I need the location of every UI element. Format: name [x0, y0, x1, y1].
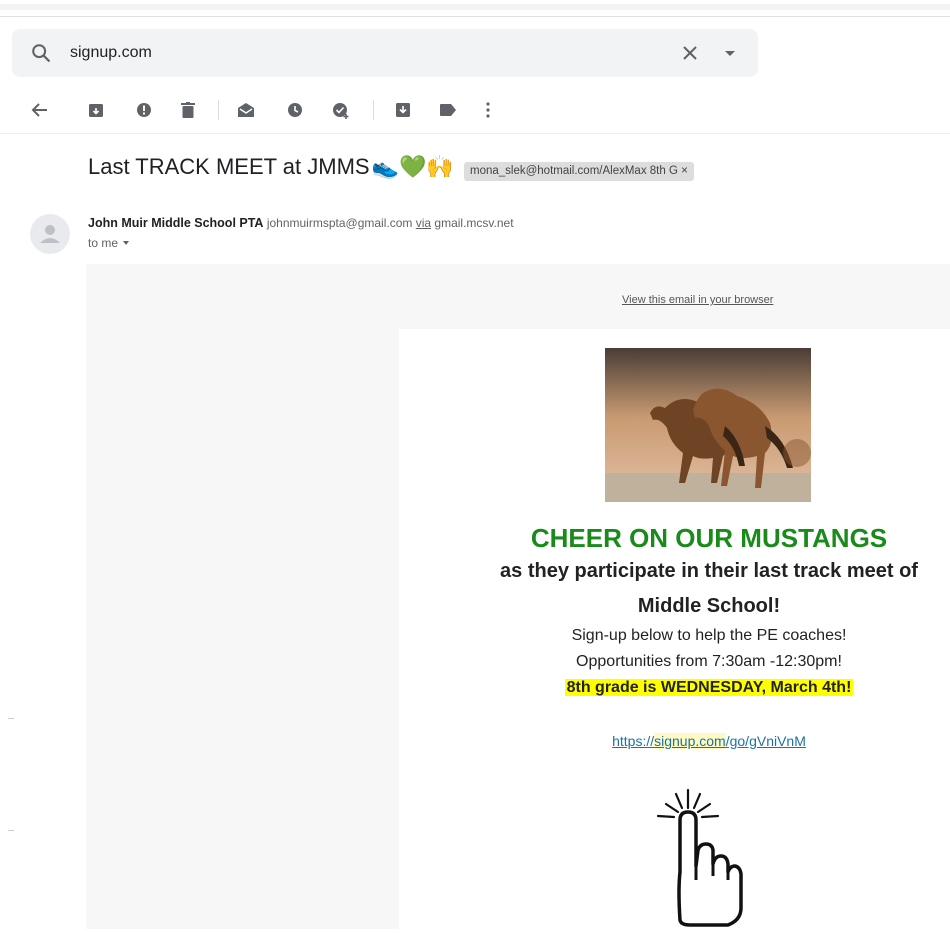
report-spam-icon[interactable] — [133, 99, 155, 121]
toolbar-divider — [218, 100, 219, 120]
top-bar-strip — [0, 4, 950, 10]
pointing-hand-icon — [650, 780, 760, 929]
sender-email: johnmuirmspta@gmail.com — [266, 216, 413, 230]
signup-link[interactable]: https://signup.com/go/gVniVnM — [612, 733, 806, 749]
signup-link-prefix: https:// — [612, 733, 655, 749]
close-icon[interactable] — [680, 43, 700, 63]
scroll-marker — [8, 830, 14, 831]
via-link[interactable]: via — [416, 216, 431, 230]
mark-unread-icon[interactable] — [235, 99, 257, 121]
delete-icon[interactable] — [177, 99, 199, 121]
body-line-2: as they participate in their last track … — [500, 560, 918, 582]
highlight-text: 8th grade is WEDNESDAY, March 4th! — [564, 679, 854, 696]
scroll-marker — [8, 718, 14, 719]
horses-image — [605, 348, 811, 502]
archive-icon[interactable] — [85, 99, 107, 121]
headline: CHEER ON OUR MUSTANGS — [530, 523, 888, 553]
body-line-3: Middle School! — [637, 595, 781, 617]
body-line-4: Sign-up below to help the PE coaches! — [571, 627, 847, 644]
top-divider — [0, 16, 950, 17]
highlight-line: 8th grade is WEDNESDAY, March 4th! — [399, 679, 950, 697]
signup-link-suffix: /go/gVniVnM — [725, 733, 806, 749]
add-task-icon[interactable] — [330, 99, 352, 121]
recipient-text: to me — [88, 236, 119, 250]
search-input[interactable]: signup.com — [70, 44, 152, 62]
toolbar-divider — [373, 100, 374, 120]
email-subject-row: Last TRACK MEET at JMMS 👟💚🙌 — [88, 154, 454, 180]
more-icon[interactable] — [477, 99, 499, 121]
chevron-down-icon[interactable] — [121, 239, 131, 247]
email-subject: Last TRACK MEET at JMMS — [88, 154, 370, 179]
view-in-browser-link[interactable]: View this email in your browser — [622, 294, 773, 306]
label-chip-text: mona_slek@hotmail.com/AlexMax 8th G — [470, 165, 678, 177]
recipient-line[interactable]: to me — [88, 236, 131, 250]
message-toolbar — [0, 86, 950, 134]
snooze-icon[interactable] — [284, 99, 306, 121]
label-icon[interactable] — [437, 99, 459, 121]
search-bar[interactable]: signup.com — [12, 29, 758, 77]
label-chip-close[interactable]: × — [681, 165, 688, 177]
signup-link-highlight: signup.com — [654, 733, 726, 749]
sender-line: John Muir Middle School PTA johnmuirmspt… — [88, 216, 514, 230]
move-to-icon[interactable] — [392, 99, 414, 121]
label-chip[interactable]: mona_slek@hotmail.com/AlexMax 8th G × — [464, 162, 694, 181]
chevron-down-icon[interactable] — [720, 43, 740, 63]
via-domain: gmail.mcsv.net — [434, 216, 514, 230]
body-line-5: Opportunities from 7:30am -12:30pm! — [576, 653, 842, 670]
search-icon[interactable] — [30, 42, 52, 64]
avatar[interactable] — [30, 214, 70, 254]
back-arrow-icon[interactable] — [29, 99, 51, 121]
signup-link-row: https://signup.com/go/gVniVnM — [399, 733, 950, 749]
subject-emojis: 👟💚🙌 — [371, 154, 454, 179]
sender-name: John Muir Middle School PTA — [88, 216, 264, 230]
